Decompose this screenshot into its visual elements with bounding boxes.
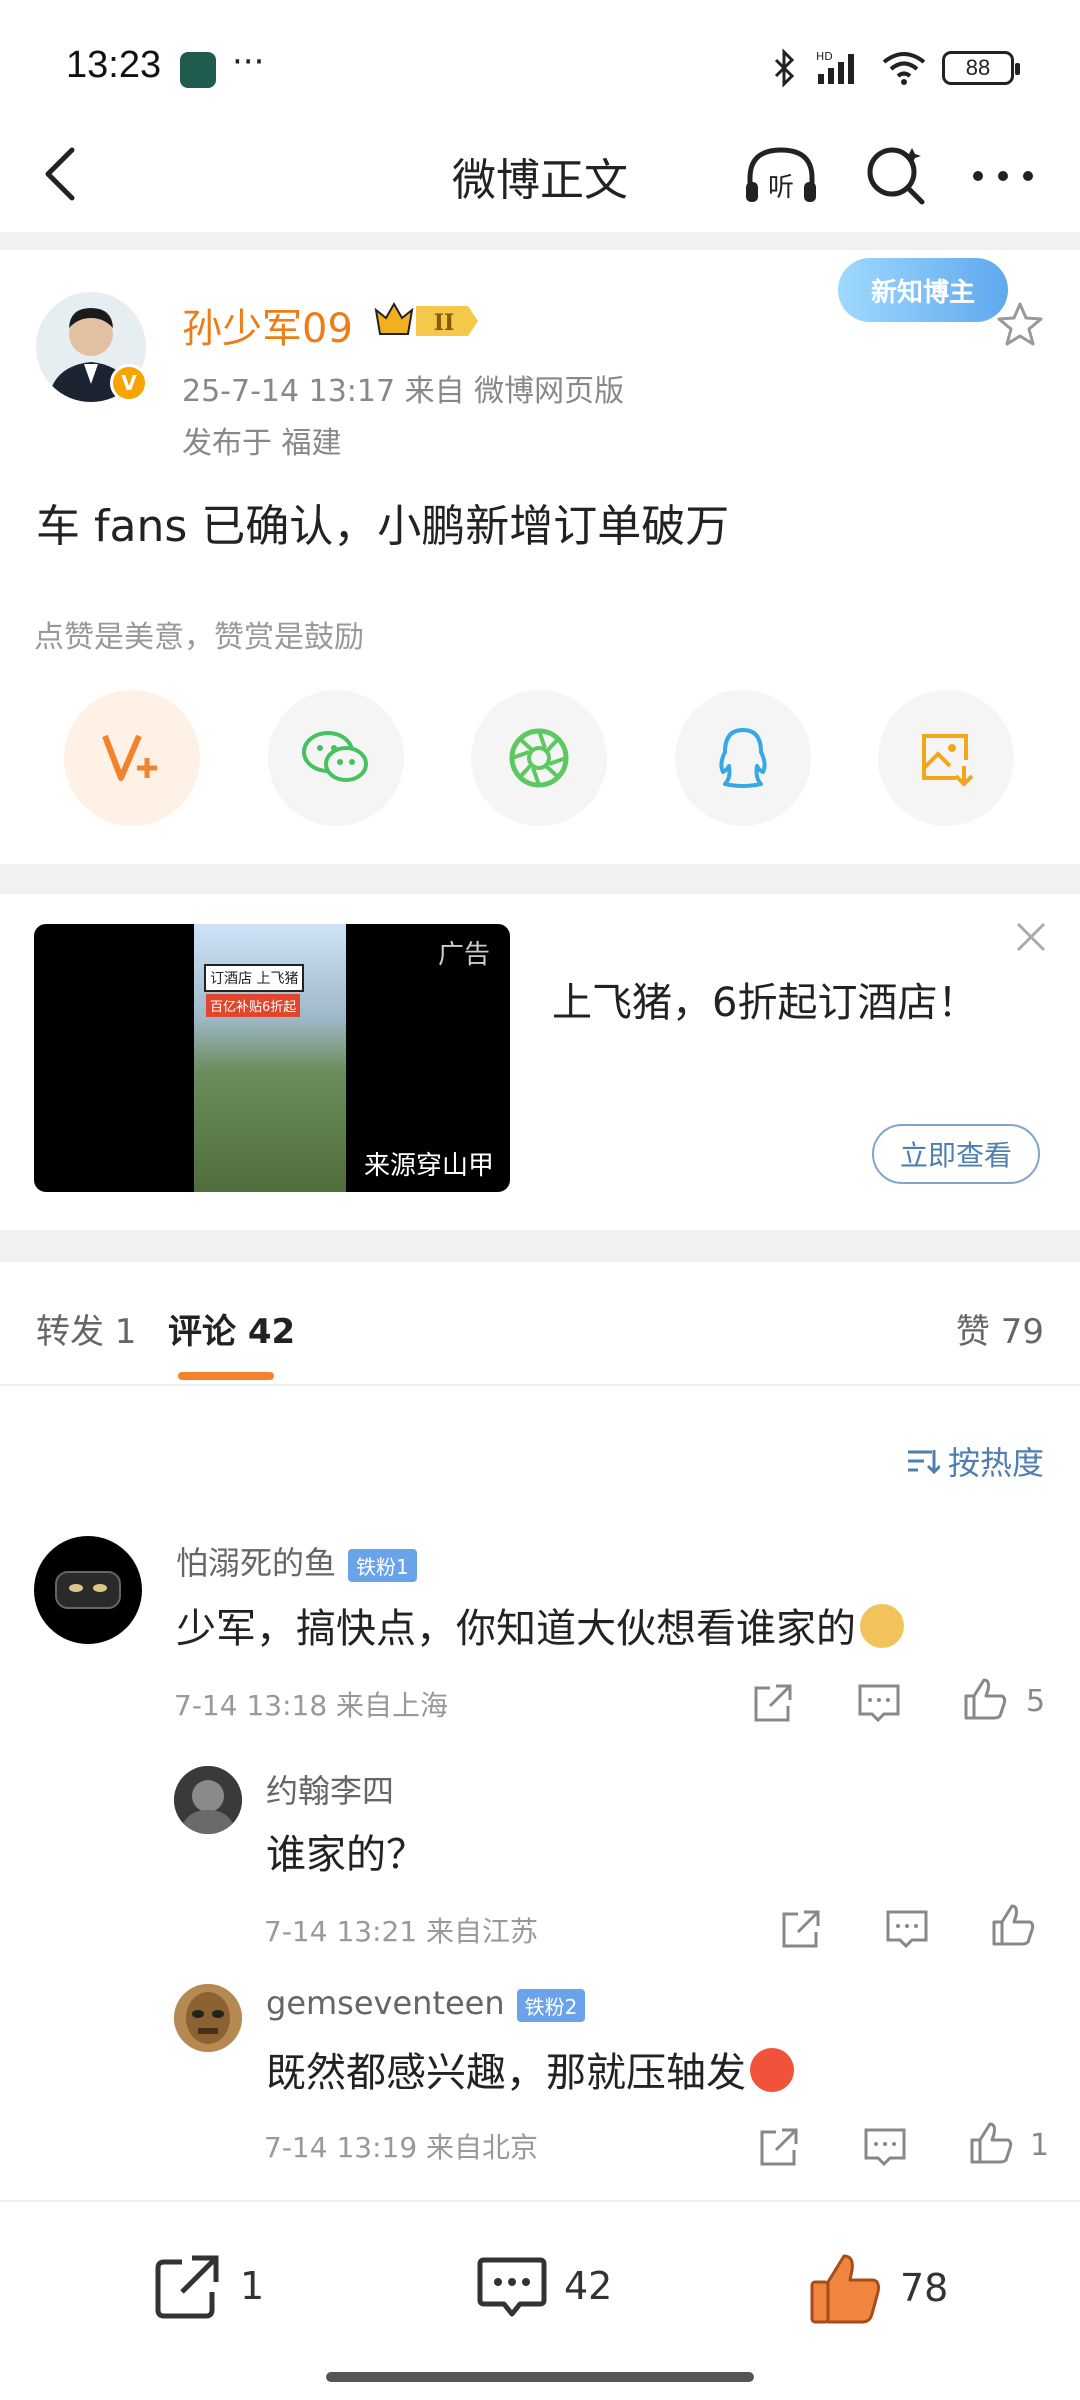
- reply-reply-icon[interactable]: [884, 1906, 930, 1952]
- home-indicator[interactable]: [326, 2372, 754, 2382]
- thumbs-up-liked-icon: [810, 2254, 880, 2324]
- comment-author-name: 怕溺死的鱼: [176, 1544, 337, 1582]
- angry-emoji-icon: [750, 2048, 794, 2092]
- like-reply-icon[interactable]: [990, 1902, 1036, 1948]
- like-button[interactable]: 78: [808, 2250, 948, 2326]
- ad-video[interactable]: 订酒店 上飞猪 百亿补贴6折起 广告 来源穿山甲: [34, 924, 510, 1192]
- reply-author-name[interactable]: 约翰李四: [266, 1766, 394, 1812]
- section-divider: [0, 232, 1080, 250]
- comment-author[interactable]: 怕溺死的鱼 铁粉1: [176, 1538, 417, 1584]
- comment-icon: [477, 2257, 547, 2317]
- ad-image-caption: 订酒店 上飞猪: [204, 964, 305, 992]
- sort-by-hot-button[interactable]: 按热度: [906, 1438, 1044, 1484]
- reply-like-count: 1: [1030, 2128, 1050, 2163]
- reply-meta: 7-14 13:21 来自江苏: [264, 1915, 539, 1948]
- vplus-icon: [102, 734, 157, 781]
- share-qq-button[interactable]: [674, 690, 811, 826]
- bottom-action-bar: 1 42 78: [0, 2200, 1080, 2360]
- active-tab-indicator: [178, 1372, 274, 1380]
- post-tabs: 转发 1 评论 42 赞 79: [0, 1262, 1080, 1386]
- sort-label: 按热度: [947, 1444, 1044, 1482]
- battery-icon: 88: [942, 51, 1020, 85]
- search-icon[interactable]: [862, 142, 928, 208]
- comment-button[interactable]: 42: [476, 2250, 612, 2322]
- repost-count: 1: [240, 2264, 265, 2308]
- crown-level: II: [434, 310, 455, 336]
- vplus-reward-button[interactable]: [64, 690, 200, 826]
- post-body-text: 车 fans 已确认，小鹏新增订单破万: [36, 501, 730, 552]
- post-date-source: 25-7-14 13:17 来自 微博网页版: [182, 374, 625, 409]
- comment-avatar[interactable]: [34, 1536, 142, 1644]
- like-comment-icon[interactable]: [962, 1676, 1008, 1722]
- signal-icon: HD: [816, 50, 854, 84]
- repost-button[interactable]: 1: [152, 2250, 264, 2322]
- ad-source: 来源穿山甲: [363, 1151, 494, 1181]
- fan-level-badge: 铁粉2: [516, 1988, 586, 2022]
- more-options-icon[interactable]: [968, 156, 1038, 196]
- ad-view-now-button[interactable]: 立即查看: [872, 1124, 1040, 1184]
- top-nav-bar: 微博正文 听: [0, 120, 1080, 230]
- save-image-button[interactable]: [878, 690, 1014, 826]
- repost-reply-icon[interactable]: [778, 1906, 824, 1952]
- status-bar: 13:23 ··· HD 88: [0, 0, 1080, 120]
- ad-image-subsidy: 百亿补贴6折起: [206, 994, 301, 1017]
- ad-headline[interactable]: 上飞猪，6折起订酒店！: [552, 970, 977, 1028]
- reply-comment-icon[interactable]: [856, 1680, 902, 1726]
- ad-label: 广告: [437, 940, 490, 970]
- share-wechat-button[interactable]: [267, 690, 404, 826]
- ad-hotel-image: 订酒店 上飞猪 百亿补贴6折起: [194, 924, 346, 1192]
- comment-meta: 7-14 13:18 来自上海: [174, 1689, 449, 1722]
- reply-avatar[interactable]: [174, 1766, 242, 1834]
- reply-author[interactable]: gemseventeen 铁粉2: [266, 1984, 586, 2022]
- qq-icon: [718, 728, 767, 788]
- wechat-icon: [301, 731, 368, 782]
- status-time: 13:23: [66, 44, 162, 86]
- post-location: 发布于 福建: [182, 426, 342, 461]
- share-moments-button[interactable]: [471, 690, 607, 826]
- new-knowledge-blogger-badge[interactable]: 新知博主: [838, 258, 1008, 322]
- listen-label: 听: [768, 173, 794, 203]
- reply-author-name: gemseventeen: [266, 1984, 505, 2022]
- reply-reply-icon[interactable]: [862, 2124, 908, 2170]
- bluetooth-icon: [774, 48, 795, 88]
- like-reply-icon[interactable]: [968, 2120, 1014, 2166]
- author-name[interactable]: 孙少军09: [182, 296, 353, 354]
- reply-avatar[interactable]: [174, 1984, 242, 2052]
- comment-text: 少军，搞快点，你知道大伙想看谁家的: [176, 1596, 904, 1654]
- more-notifications-icon: ···: [232, 42, 265, 82]
- comment-like-count: 5: [1026, 1684, 1046, 1719]
- reply-text-content: 既然都感兴趣，那就压轴发: [266, 2050, 746, 2096]
- comment-count: 42: [564, 2264, 613, 2308]
- repost-comment-icon[interactable]: [750, 1680, 796, 1726]
- moments-icon: [509, 728, 569, 788]
- like-tip-text: 点赞是美意，赞赏是鼓励: [34, 620, 364, 655]
- app-notification-icon: [180, 52, 216, 88]
- network-label: HD: [816, 50, 833, 63]
- repost-icon: [155, 2255, 219, 2319]
- like-count: 78: [900, 2266, 949, 2310]
- fan-level-badge: 铁粉1: [348, 1548, 417, 1582]
- section-divider: [0, 864, 1080, 894]
- tab-likes[interactable]: 赞 79: [956, 1304, 1044, 1353]
- status-icons: HD 88: [770, 48, 1020, 88]
- close-icon[interactable]: [1012, 918, 1050, 956]
- section-divider: [0, 1230, 1080, 1262]
- crown-level-icon: II: [374, 301, 478, 336]
- save-image-icon: [922, 734, 974, 787]
- share-buttons-row: [64, 690, 1014, 830]
- star-favorite-icon[interactable]: [996, 300, 1044, 348]
- tab-reposts[interactable]: 转发 1: [36, 1304, 136, 1353]
- verified-v-icon: V: [110, 364, 148, 402]
- comment-text-content: 少军，搞快点，你知道大伙想看谁家的: [176, 1606, 856, 1652]
- sort-icon: [907, 1450, 940, 1475]
- wifi-icon: [882, 52, 926, 85]
- doge-emoji-icon: [860, 1604, 904, 1648]
- reply-text: 既然都感兴趣，那就压轴发: [266, 2040, 794, 2098]
- reply-text: 谁家的？: [266, 1832, 426, 1878]
- listen-headphone-icon[interactable]: 听: [742, 142, 820, 208]
- tab-comments[interactable]: 评论 42: [168, 1304, 295, 1353]
- reply-meta: 7-14 13:19 来自北京: [264, 2131, 539, 2164]
- repost-reply-icon[interactable]: [756, 2124, 802, 2170]
